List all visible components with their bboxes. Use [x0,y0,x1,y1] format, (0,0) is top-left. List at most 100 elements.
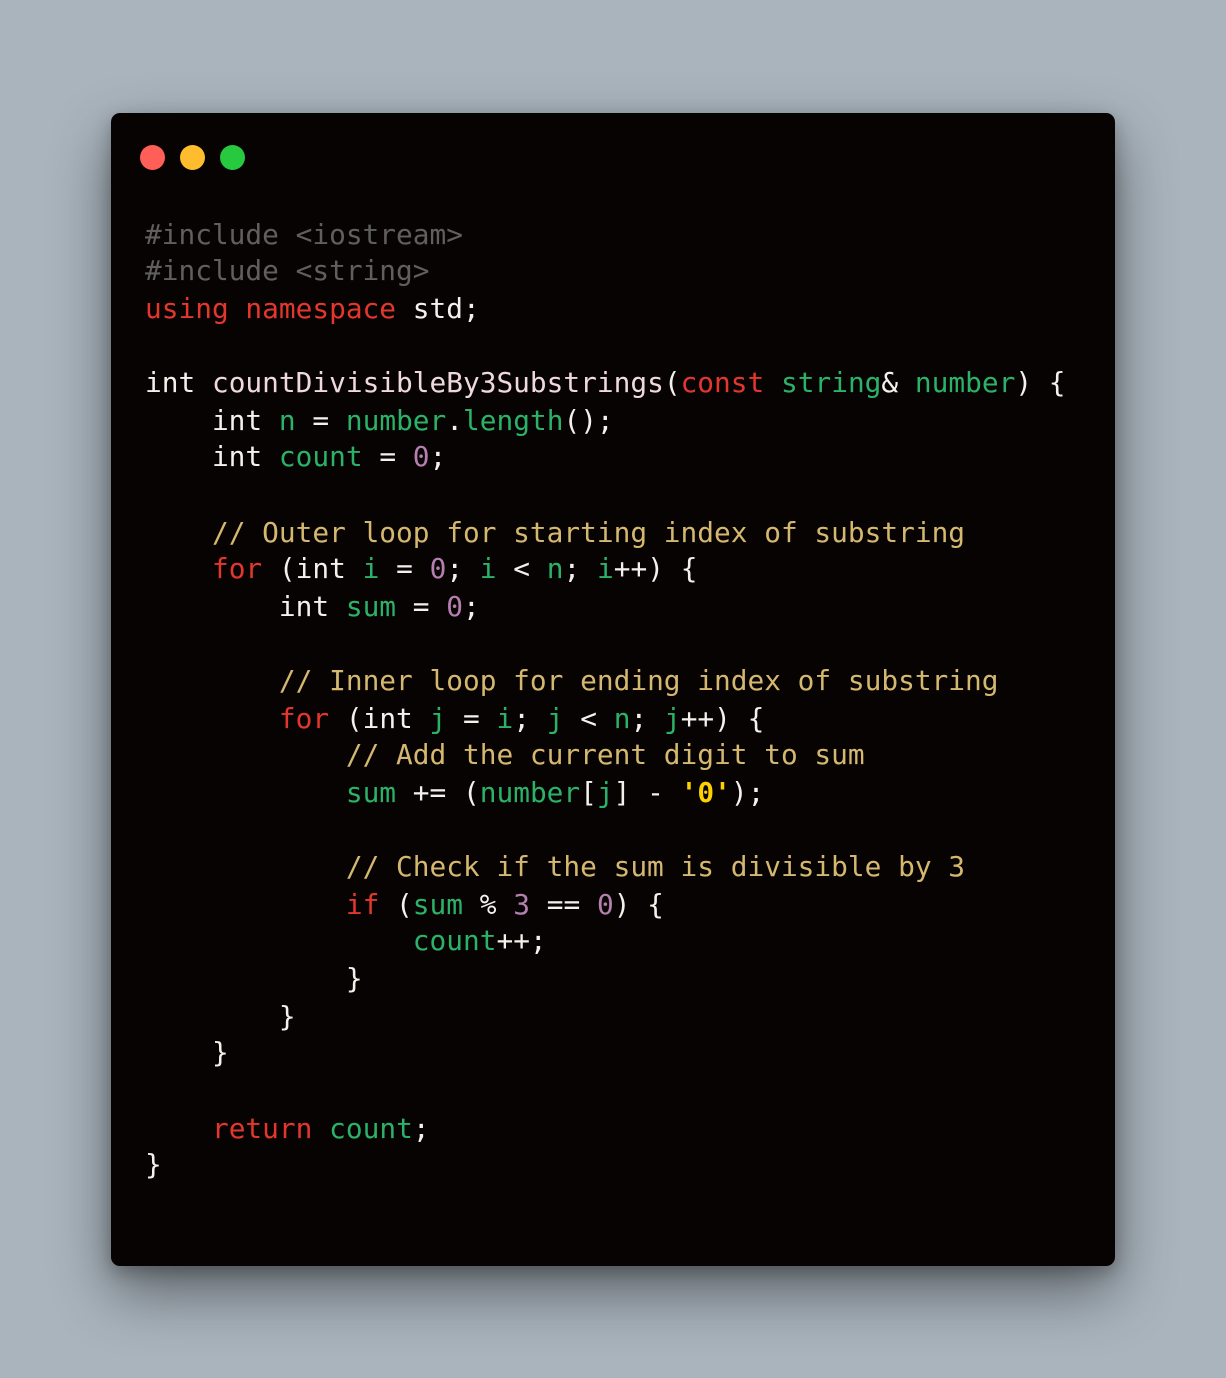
code-token: ] - [613,776,681,809]
code-token: count [412,924,497,957]
code-token: n [546,552,564,585]
maximize-button[interactable] [220,145,245,170]
code-token: const [680,366,765,399]
code-token: number [479,776,581,809]
code-token: sum [412,888,464,921]
code-token: sum [345,590,397,623]
code-token: ; [429,440,447,473]
code-token: } [145,1036,229,1069]
code-token: < [496,552,547,585]
code-token: ; [463,590,480,623]
code-token: return [211,1112,313,1145]
code-token: ++; [496,924,547,957]
code-line: for (int i = 0; i < n; i++) { [145,549,697,589]
code-token: (); [563,404,614,437]
code-token: sum [345,776,397,809]
code-line: if (sum % 3 == 0) { [145,885,664,925]
code-line: // Add the current digit to sum [145,735,865,775]
code-token: ; [412,1112,430,1145]
code-token: 0 [429,552,447,585]
code-token: 0 [596,888,614,921]
code-token: += ( [396,776,480,809]
code-token: } [145,1000,296,1033]
code-token: = [446,702,497,735]
code-line: sum += (number[j] - '0'); [145,773,764,813]
code-token: & [881,366,915,399]
code-line: int countDivisibleBy3Substrings(const st… [145,363,1066,403]
code-token: < [563,702,614,735]
code-token: i [479,552,497,585]
code-token: number [345,404,447,437]
code-token: // Outer loop for starting index of subs… [211,516,966,549]
code-token: . [446,404,464,437]
code-token: = [295,404,346,437]
code-token: int [145,366,212,399]
code-token: i [597,552,614,585]
code-token: ++) { [680,702,765,735]
code-line: } [145,959,363,999]
code-token: (int [329,702,430,735]
code-token: } [145,1148,162,1181]
code-token: == [529,888,597,921]
close-button[interactable] [140,145,165,170]
code-line: // Inner loop for ending index of substr… [145,661,999,701]
code-token: std; [396,292,480,325]
code-token: j [429,702,447,735]
code-line: return count; [145,1109,430,1149]
code-token: 3 [513,888,530,921]
code-token: ) { [1015,366,1066,399]
code-token: #include <string> [145,254,430,287]
code-token: 0 [412,440,430,473]
code-token: for [278,702,330,735]
code-token: ; [563,552,597,585]
code-token: ; [446,552,480,585]
code-token: ; [513,702,547,735]
code-token: (int [262,552,363,585]
code-line: int n = number.length(); [145,401,614,441]
code-token: ) { [613,888,664,921]
code-token: int [145,404,279,437]
code-token: count [329,1112,413,1145]
code-token: n [278,404,296,437]
code-token: length [463,404,564,437]
code-token: count [278,440,363,473]
code-token: n [613,702,631,735]
code-token: ( [379,888,413,921]
code-line: #include <iostream> [145,215,463,255]
code-token: for [211,552,263,585]
code-token: = [396,590,447,623]
code-token: [ [580,776,597,809]
code-token: using namespace [145,292,397,325]
code-token: % [463,888,514,921]
code-line: int count = 0; [145,437,446,477]
minimize-button[interactable] [180,145,205,170]
code-line: // Check if the sum is divisible by 3 [145,847,965,887]
code-token: ++) { [613,552,698,585]
code-token: #include <iostream> [145,218,463,251]
code-token: number [914,366,1016,399]
code-token: // Check if the sum is divisible by 3 [345,850,966,883]
code-token: int [145,440,279,473]
code-token: i [362,552,380,585]
code-line: } [145,997,296,1037]
code-token: ( [663,366,681,399]
code-token: '0' [680,776,731,809]
code-token: j [546,702,564,735]
code-token: countDivisibleBy3Substrings [211,366,664,399]
code-token: int [145,590,346,623]
code-token: } [145,962,363,995]
code-token: ; [630,702,664,735]
code-token: i [496,702,514,735]
